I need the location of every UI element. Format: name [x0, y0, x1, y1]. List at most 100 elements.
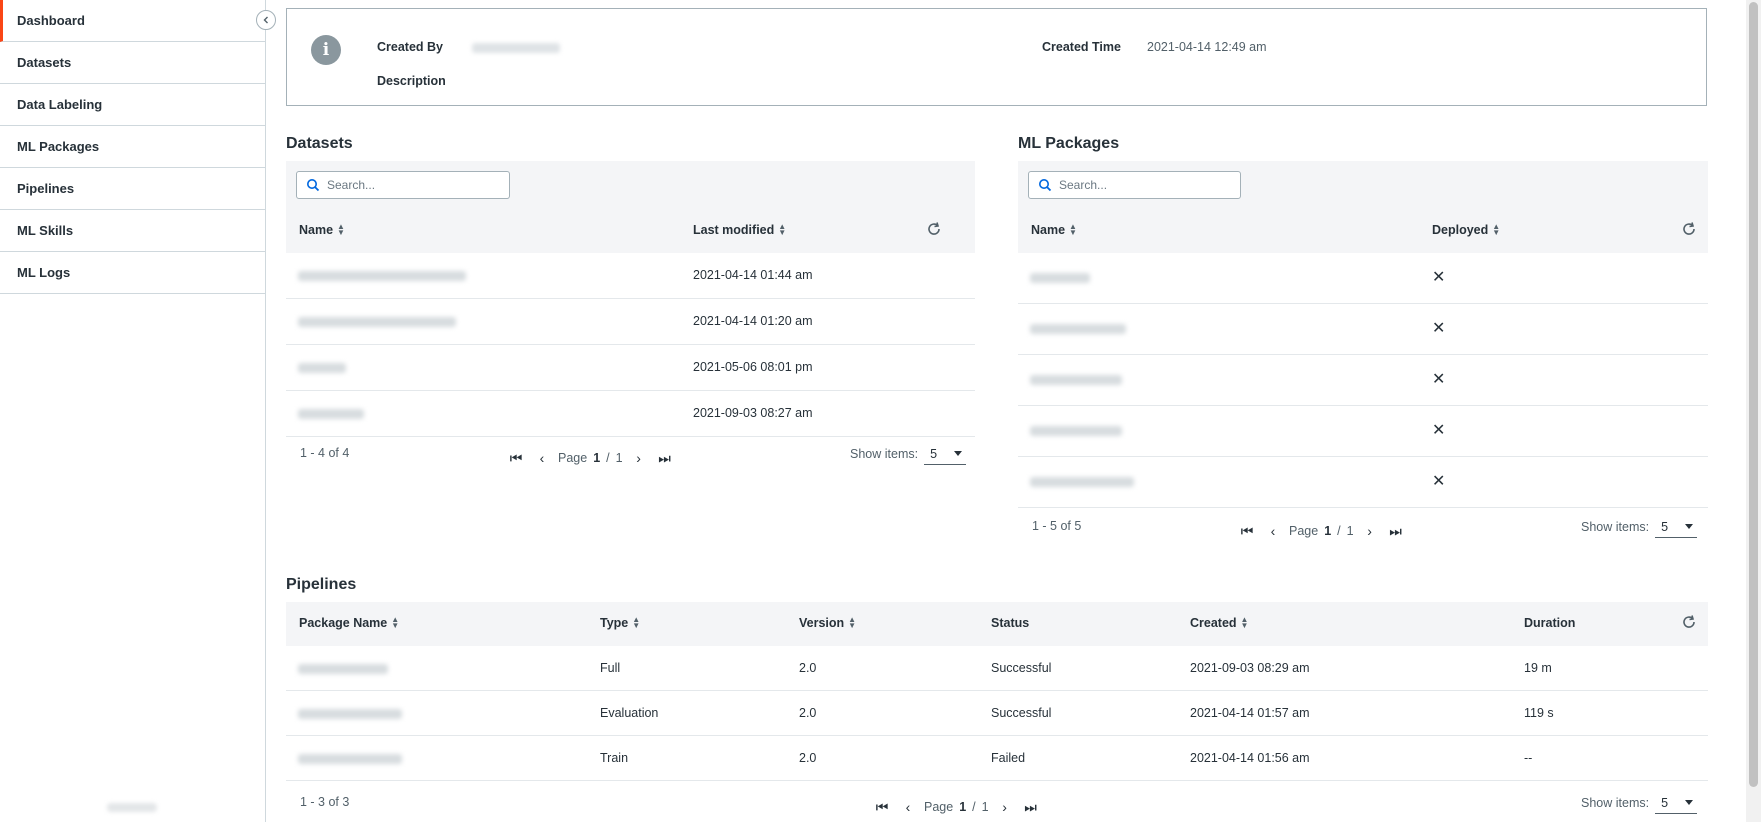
column-label: Deployed [1432, 223, 1489, 237]
current-page: 1 [959, 800, 967, 814]
package-name-redacted [298, 709, 402, 719]
dataset-name-redacted [298, 317, 456, 327]
sort-icon: ▲ ▼ [391, 615, 400, 630]
created-time-value: 2021-04-14 12:49 am [1147, 40, 1267, 54]
datasets-search-input[interactable] [327, 178, 509, 192]
table-row[interactable]: ✕ [1018, 304, 1708, 355]
ml-packages-col-name[interactable]: Name ▲ ▼ [1031, 222, 1077, 238]
sidebar-item-ml-skills[interactable]: ML Skills [0, 210, 265, 252]
package-name-redacted [1030, 273, 1090, 283]
prev-page-button[interactable]: ‹ [532, 448, 552, 468]
page-size-select[interactable]: 5 [924, 443, 967, 465]
datasets-grid-header: Name▲▼ Last modified▲▼ [286, 161, 975, 253]
ml-packages-grid-header: Name▲▼ Deployed▲▼ [1018, 161, 1708, 253]
sort-icon: ▲ ▼ [1069, 222, 1077, 237]
first-page-button[interactable]: ⏮ [1237, 521, 1257, 541]
table-row[interactable]: ✕ [1018, 355, 1708, 406]
pipelines-grid-header: Package Name ▲ ▼ Type ▲ ▼ Version ▲ ▼ Status C… [286, 602, 1708, 646]
version-text-redacted [107, 803, 157, 812]
ml-packages-search[interactable] [1028, 171, 1241, 199]
table-row[interactable]: ✕ [1018, 406, 1708, 457]
sidebar-item-pipelines[interactable]: Pipelines [0, 168, 265, 210]
table-row[interactable]: 2021-05-06 08:01 pm [286, 345, 975, 391]
project-info-card: i Created By Description Created Time 20… [286, 8, 1707, 106]
pipelines-item-count: 1 - 3 of 3 [300, 795, 350, 809]
not-deployed-icon: ✕ [1432, 371, 1446, 388]
column-label: Package Name [299, 616, 388, 630]
pipelines-col-created[interactable]: Created ▲ ▼ [1190, 616, 1248, 631]
page-separator: / [1337, 524, 1341, 538]
vertical-scrollbar[interactable] [1746, 0, 1761, 822]
type-cell: Train [600, 751, 629, 765]
info-icon: i [311, 35, 341, 65]
ml-packages-pager: ⏮ ‹ Page 1 / 1 › ⏭ [1237, 521, 1406, 541]
table-row[interactable]: Full 2.0 Successful 2021-09-03 08:29 am … [286, 646, 1708, 691]
page-size-select[interactable]: 5 [1655, 792, 1698, 814]
last-page-button[interactable]: ⏭ [1386, 521, 1406, 541]
first-page-button[interactable]: ⏮ [872, 797, 892, 817]
datasets-search[interactable] [296, 171, 510, 199]
chevron-down-icon [1685, 800, 1694, 805]
sidebar-item-data-labeling[interactable]: Data Labeling [0, 84, 265, 126]
table-row[interactable]: ✕ [1018, 253, 1708, 304]
table-row[interactable]: 2021-09-03 08:27 am [286, 391, 975, 437]
package-name-redacted [298, 754, 402, 764]
chevron-down-icon [954, 451, 963, 456]
pipelines-title: Pipelines [286, 576, 357, 593]
prev-page-button[interactable]: ‹ [898, 797, 918, 817]
table-row[interactable]: 2021-04-14 01:20 am [286, 299, 975, 345]
pipelines-col-package-name[interactable]: Package Name ▲ ▼ [299, 615, 400, 631]
column-label: Status [991, 616, 1030, 630]
last-page-button[interactable]: ⏭ [1021, 797, 1041, 817]
datasets-col-name[interactable]: Name ▲ ▼ [299, 222, 345, 238]
prev-page-button[interactable]: ‹ [1263, 521, 1283, 541]
sidebar-item-ml-logs[interactable]: ML Logs [0, 252, 265, 294]
type-cell: Full [600, 661, 621, 675]
package-name-redacted [1030, 375, 1122, 385]
table-row[interactable]: 2021-04-14 01:44 am [286, 253, 975, 299]
sidebar-item-dashboard[interactable]: Dashboard [0, 0, 265, 42]
datasets-col-last-modified[interactable]: Last modified ▲ ▼ [693, 223, 786, 238]
current-page: 1 [1324, 524, 1332, 538]
next-page-button[interactable]: › [1360, 521, 1380, 541]
refresh-icon[interactable] [1681, 221, 1697, 237]
status-cell: Successful [991, 706, 1052, 720]
pipelines-col-type[interactable]: Type ▲ ▼ [600, 616, 640, 631]
column-label: Duration [1524, 616, 1576, 630]
sort-icon: ▲ ▼ [337, 222, 345, 237]
table-row[interactable]: Train 2.0 Failed 2021-04-14 01:56 am -- [286, 736, 1708, 781]
table-row[interactable]: ✕ [1018, 457, 1708, 508]
last-page-button[interactable]: ⏭ [655, 448, 675, 468]
sidebar-item-ml-packages[interactable]: ML Packages [0, 126, 265, 168]
created-time-label: Created Time [1042, 40, 1121, 54]
scrollbar-thumb[interactable] [1749, 2, 1758, 787]
not-deployed-icon: ✕ [1432, 269, 1446, 286]
pipelines-pager: ⏮ ‹ Page 1 / 1 › ⏭ [872, 797, 1041, 817]
ml-packages-search-input[interactable] [1059, 178, 1240, 192]
column-label: Name [299, 223, 334, 237]
refresh-icon[interactable] [1681, 614, 1697, 630]
chevron-left-icon [263, 16, 268, 24]
next-page-button[interactable]: › [995, 797, 1015, 817]
next-page-button[interactable]: › [629, 448, 649, 468]
duration-cell: 119 s [1524, 706, 1554, 720]
not-deployed-icon: ✕ [1432, 473, 1446, 490]
last-modified-cell: 2021-04-14 01:20 am [693, 314, 813, 328]
table-row[interactable]: Evaluation 2.0 Successful 2021-04-14 01:… [286, 691, 1708, 736]
collapse-sidebar-button[interactable] [256, 10, 276, 30]
pipelines-col-version[interactable]: Version ▲ ▼ [799, 616, 856, 631]
first-page-button[interactable]: ⏮ [506, 448, 526, 468]
search-icon [1039, 179, 1052, 192]
dataset-name-redacted [298, 271, 466, 281]
current-page: 1 [593, 451, 601, 465]
page-size-select[interactable]: 5 [1655, 516, 1698, 538]
ml-packages-col-deployed[interactable]: Deployed ▲ ▼ [1432, 222, 1501, 238]
sidebar-item-datasets[interactable]: Datasets [0, 42, 265, 84]
main-content: i Created By Description Created Time 20… [266, 0, 1746, 822]
not-deployed-icon: ✕ [1432, 320, 1446, 337]
dataset-name-redacted [298, 363, 346, 373]
refresh-icon[interactable] [926, 221, 942, 237]
total-pages: 1 [615, 451, 623, 465]
sort-icon: ▲ ▼ [1492, 222, 1501, 237]
duration-cell: -- [1524, 751, 1533, 765]
